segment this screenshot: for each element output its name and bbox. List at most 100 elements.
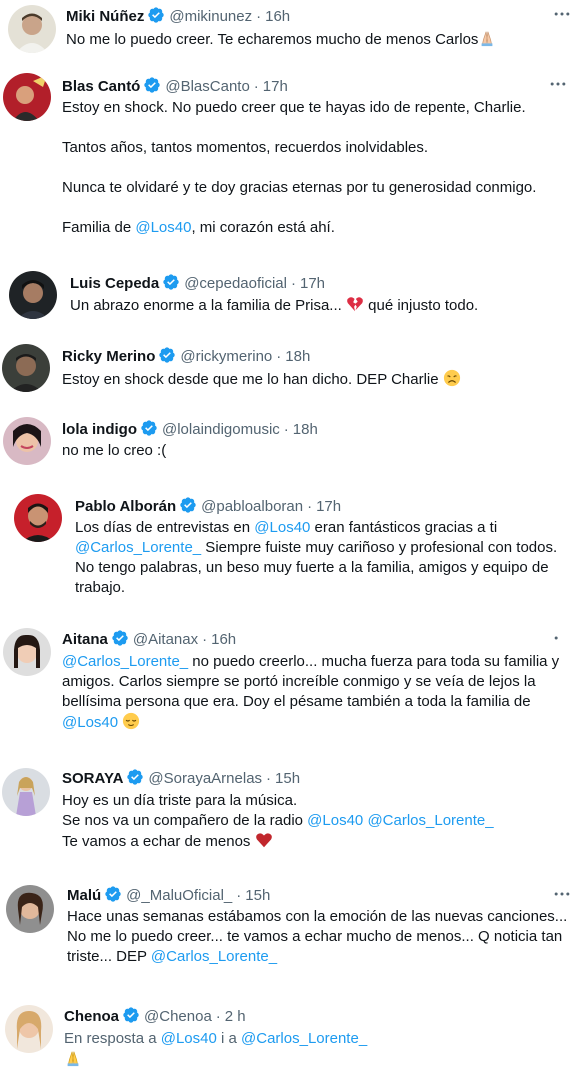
author-name[interactable]: Aitana [62,631,108,648]
avatar[interactable] [8,5,56,53]
tweet-aitana[interactable]: Aitana @Aitanax · 16h @Carlos_Lorente_ no p… [0,622,581,742]
relieved-face-emoji [122,712,140,730]
separator-dot: · [236,887,242,904]
avatar[interactable] [6,885,54,933]
mention-link[interactable]: @Carlos_Lorente_ [151,948,277,965]
author-handle[interactable]: @SorayaArnelas [148,770,262,787]
avatar[interactable] [14,494,62,542]
avatar[interactable] [2,768,50,816]
verified-badge-icon [143,76,161,94]
author-handle[interactable]: @_MaluOficial_ [126,887,232,904]
author-handle[interactable]: @BlasCanto [165,78,249,95]
tweet-text: Estoy en shock desde que me lo han dicho… [62,369,461,390]
mention-link[interactable]: @Carlos_Lorente_ [367,812,493,829]
timestamp[interactable]: 15h [245,887,270,904]
author-name[interactable]: Blas Cantó [62,78,140,95]
more-options-icon[interactable] [548,74,568,94]
tweet-text-line: bellísima persona que era. Doy el pésame… [62,693,531,710]
avatar[interactable] [3,73,51,121]
verified-badge-icon [162,273,180,291]
tweet-text-segment: Siempre fuiste muy cariñoso y profesiona… [201,539,558,556]
avatar[interactable] [9,271,57,319]
tweet-text-segment: Los días de entrevistas en [75,519,255,536]
author-name[interactable]: SORAYA [62,770,123,787]
folded-hands-emoji [478,29,496,47]
tweet-lola-indigo[interactable]: lola indigo @lolaindigomusic · 18h no me lo… [0,408,581,472]
author-name[interactable]: Pablo Alborán [75,498,176,515]
mention-link[interactable]: @Los40 [62,714,118,731]
timestamp[interactable]: 2 h [225,1008,246,1025]
timestamp[interactable]: 17h [316,498,341,515]
mention-link[interactable]: @Los40 [135,219,191,236]
tweet-text-line: No me lo puedo creer. Te echaremos mucho… [66,31,479,48]
author-name[interactable]: Ricky Merino [62,348,155,365]
author-name[interactable]: lola indigo [62,421,137,438]
more-options-icon[interactable] [552,4,572,24]
tweet-text-segment: Familia de [62,219,136,236]
timestamp[interactable]: 17h [300,275,325,292]
tweet-text-segment: no puedo creerlo... mucha fuerza para to… [188,653,560,670]
tweet-text: no me lo creo :( [62,441,166,461]
timestamp[interactable]: 18h [293,421,318,438]
tweet-text: No me lo puedo creer. Te echaremos mucho… [66,29,496,50]
verified-badge-icon [140,419,158,437]
reply-context-label: i a [216,1030,242,1047]
tweet-text: Hace unas semanas estábamos con la emoci… [67,907,567,967]
mention-link[interactable]: @Carlos_Lorente_ [241,1030,367,1047]
author-handle[interactable]: @rickymerino [180,348,272,365]
author-handle[interactable]: @pabloalboran [201,498,303,515]
author-name[interactable]: Miki Núñez [66,8,144,25]
author-handle[interactable]: @cepedaoficial [184,275,287,292]
disappointed-face-emoji [443,369,461,387]
mention-link[interactable]: @Carlos_Lorente_ [75,539,201,556]
author-handle[interactable]: @lolaindigomusic [162,421,280,438]
tweet-luis-cepeda[interactable]: Luis Cepeda @cepedaoficial · 17h Un abrazo … [0,262,581,328]
tweet-text-segment: Te vamos a echar de menos [62,833,251,850]
tweet-text-segment: triste... DEP [67,948,151,965]
separator-dot: · [283,421,289,438]
avatar[interactable] [2,344,50,392]
tweet-text: @Carlos_Lorente_ no puedo creerlo... muc… [62,652,559,733]
tweet-blas-canto[interactable]: Blas Cantó @BlasCanto · 17h Estoy en shock.… [0,66,581,251]
verified-badge-icon [104,885,122,903]
timestamp[interactable]: 18h [285,348,310,365]
author-handle[interactable]: @Chenoa [144,1008,212,1025]
tweet-chenoa[interactable]: Chenoa @Chenoa · 2 h En resposta a @Los40 i… [0,997,581,1083]
timestamp[interactable]: 16h [265,8,290,25]
tweet-text: En resposta a @Los40 i a @Carlos_Lorente… [64,1029,367,1070]
author-name[interactable]: Luis Cepeda [70,275,159,292]
more-options-icon[interactable] [552,628,560,648]
separator-dot: · [276,348,282,365]
author-name[interactable]: Chenoa [64,1008,119,1025]
tweet-text-line: Nunca te olvidaré y te doy gracias etern… [62,179,537,196]
timestamp[interactable]: 15h [275,770,300,787]
avatar[interactable] [5,1005,53,1053]
verified-badge-icon [111,629,129,647]
mention-link[interactable]: @Carlos_Lorente_ [62,653,188,670]
tweet-text-segment: Se nos va un compañero de la radio [62,812,308,829]
mention-link[interactable]: @Los40 [254,519,310,536]
mention-link[interactable]: @Los40 [307,812,363,829]
tweet-malu[interactable]: Malú @_MaluOficial_ · 15h Hace unas semanas… [0,878,581,978]
broken-heart-emoji [346,295,364,313]
tweet-pablo-alboran[interactable]: Pablo Alborán @pabloalboran · 17h Los días … [0,488,581,608]
more-options-icon[interactable] [552,884,572,904]
author-handle[interactable]: @mikinunez [169,8,252,25]
separator-dot: · [290,275,296,292]
timestamp[interactable]: 16h [211,631,236,648]
separator-dot: · [307,498,313,515]
timestamp[interactable]: 17h [263,78,288,95]
tweet-miki-nunez[interactable]: Miki Núñez @mikinunez · 16h No me lo puedo … [0,0,581,60]
verified-badge-icon [126,768,144,786]
separator-dot: · [215,1008,221,1025]
tweet-ricky-merino[interactable]: Ricky Merino @rickymerino · 18h Estoy en sh… [0,336,581,400]
tweet-text-line: Estoy en shock. No puedo creer que te ha… [62,99,526,116]
tweet-soraya[interactable]: SORAYA @SorayaArnelas · 15h Hoy es un día t… [0,760,581,860]
tweet-text-line: amigos. Carlos siempre se portó increíbl… [62,673,536,690]
avatar[interactable] [3,628,51,676]
author-name[interactable]: Malú [67,887,101,904]
avatar[interactable] [3,417,51,465]
mention-link[interactable]: @Los40 [161,1030,217,1047]
separator-dot: · [202,631,208,648]
author-handle[interactable]: @Aitanax [133,631,198,648]
